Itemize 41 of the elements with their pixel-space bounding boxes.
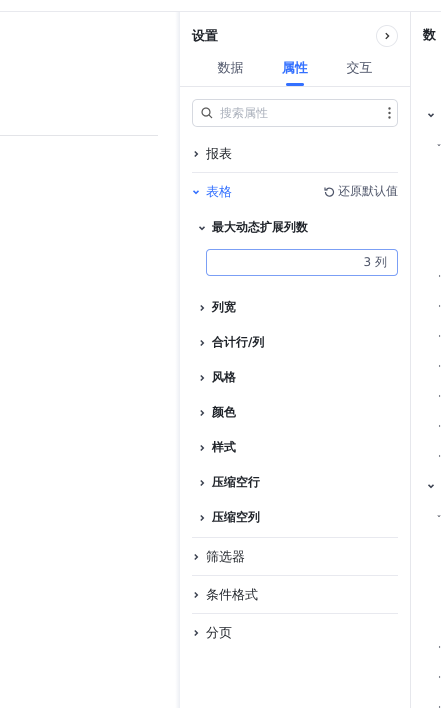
tab[interactable]: 数据 <box>213 54 248 86</box>
section-title[interactable]: 表格 <box>206 182 318 200</box>
property-title[interactable]: 颜色 <box>212 404 398 421</box>
property-title[interactable]: 合计行/列 <box>212 334 398 351</box>
property-title[interactable]: 列宽 <box>212 299 398 316</box>
panel-title: 设置 <box>192 28 218 45</box>
chevron-right-icon[interactable] <box>198 338 206 346</box>
section-title[interactable]: 筛选器 <box>206 548 398 566</box>
property-title[interactable]: 风格 <box>212 369 398 386</box>
tab[interactable]: 属性 <box>278 54 312 86</box>
property-title[interactable]: 样式 <box>212 439 398 456</box>
chevron-right-icon[interactable] <box>192 628 200 636</box>
section-title[interactable]: 条件格式 <box>206 586 398 604</box>
chevron-down-icon[interactable] <box>427 482 435 490</box>
chevron-right-icon <box>383 32 391 40</box>
chevron-down-icon[interactable] <box>198 224 206 232</box>
undo-icon <box>324 186 335 197</box>
property-title[interactable]: 最大动态扩展列数 <box>212 219 398 236</box>
section-title[interactable]: 报表 <box>206 144 398 162</box>
chevron-right-icon[interactable] <box>198 304 206 312</box>
tab[interactable]: 交互 <box>342 54 377 86</box>
chevron-down-icon[interactable] <box>427 111 435 119</box>
chevron-right-icon[interactable] <box>192 552 200 560</box>
chevron-right-icon[interactable] <box>198 514 206 522</box>
reset-button[interactable]: 还原默认值 <box>324 183 398 200</box>
chevron-right-icon[interactable] <box>198 478 206 486</box>
more-icon[interactable] <box>388 107 391 119</box>
property-title[interactable]: 压缩空列 <box>212 509 398 526</box>
chevron-right-icon[interactable] <box>198 444 206 452</box>
search-icon <box>201 107 213 119</box>
chevron-right-icon[interactable] <box>192 590 200 598</box>
panel-title: 数 <box>423 28 436 43</box>
section-title[interactable]: 分页 <box>206 624 398 642</box>
search-box[interactable]: 搜索属性 <box>192 99 398 127</box>
collapse-button[interactable] <box>376 25 398 47</box>
chevron-right-icon[interactable] <box>198 408 206 416</box>
property-title[interactable]: 压缩空行 <box>212 474 398 491</box>
chevron-right-icon[interactable] <box>192 150 200 158</box>
number-input[interactable]: 3 列 <box>206 249 398 276</box>
chevron-down-icon[interactable] <box>192 188 200 196</box>
chevron-right-icon[interactable] <box>198 374 206 382</box>
